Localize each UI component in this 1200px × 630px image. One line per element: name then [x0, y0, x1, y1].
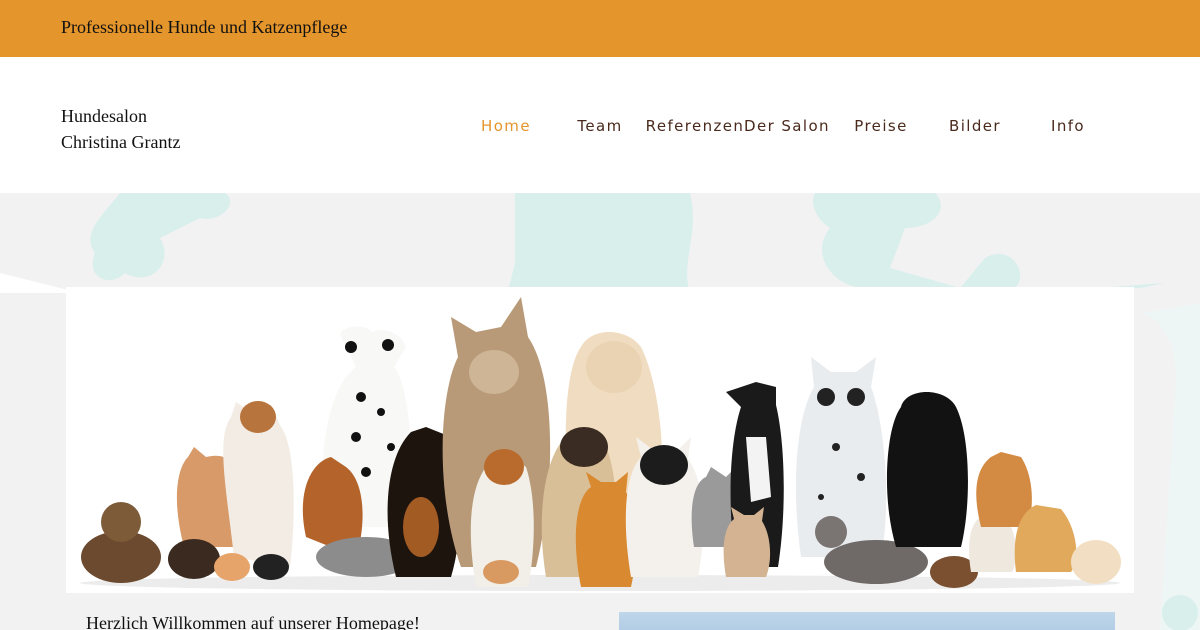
tagline: Professionelle Hunde und Katzenpflege — [61, 17, 348, 37]
nav-item-bilder[interactable]: Bilder — [949, 117, 1001, 141]
nav-item-referenzen[interactable]: Referenzen — [646, 117, 745, 141]
hero-section: Herzlich Willkommen auf unserer Homepage… — [0, 193, 1200, 630]
nav-item-home[interactable]: Home — [481, 117, 531, 141]
top-banner: Professionelle Hunde und Katzenpflege — [0, 0, 1200, 57]
nav-item-der-salon[interactable]: Der Salon — [744, 117, 830, 141]
sidebar-image-box — [619, 612, 1115, 630]
paw-dot-decor — [1162, 595, 1198, 630]
decor-right-edge — [1140, 303, 1200, 630]
nav-item-info[interactable]: Info — [1051, 117, 1085, 141]
nav-item-team[interactable]: Team — [577, 117, 622, 141]
main-navigation: Home Team Referenzen Der Salon Preise Bi… — [0, 117, 1200, 141]
nav-item-preise[interactable]: Preise — [854, 117, 907, 141]
bone-decor-left — [90, 193, 231, 281]
site-header: Hundesalon Christina Grantz Home Team Re… — [0, 57, 1200, 193]
welcome-heading: Herzlich Willkommen auf unserer Homepage… — [86, 613, 420, 630]
animals-group-photo — [66, 287, 1134, 593]
